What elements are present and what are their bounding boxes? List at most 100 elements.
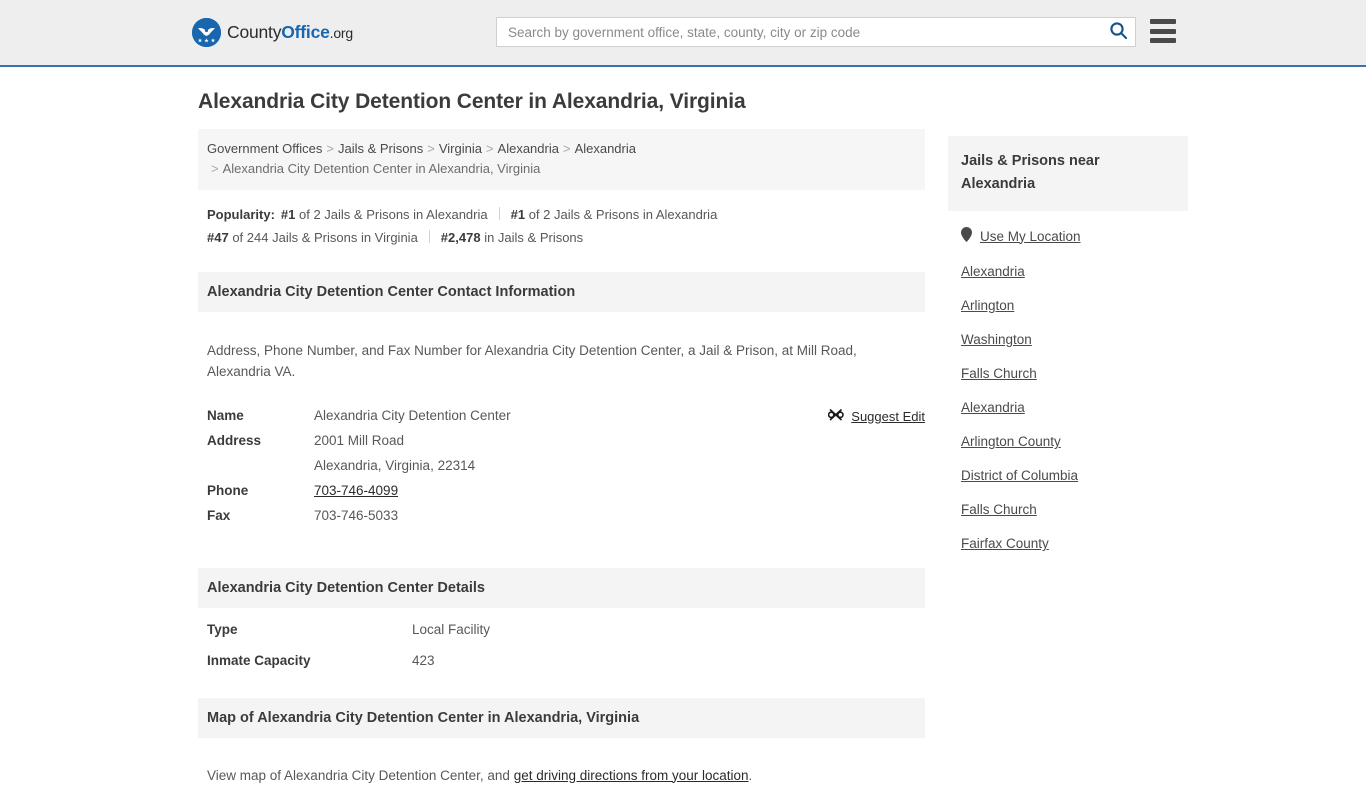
phone-link[interactable]: 703-746-4099: [314, 483, 398, 498]
sidebar-link-4[interactable]: Alexandria: [961, 400, 1025, 415]
popularity-section: Popularity: #1 of 2 Jails & Prisons in Al…: [198, 190, 925, 258]
use-my-location-link[interactable]: Use My Location: [980, 229, 1081, 245]
sidebar-link-0[interactable]: Alexandria: [961, 264, 1025, 279]
sidebar-item-2[interactable]: Washington: [948, 332, 1188, 348]
page-body: Alexandria City Detention Center in Alex…: [0, 67, 1366, 807]
contact-key-address: Address: [207, 433, 262, 448]
breadcrumb-separator: >: [427, 141, 435, 156]
two-column-layout: Government Offices > Jails & Prisons > Virgi…: [198, 129, 1188, 807]
contact-table-wrapper: Suggest Edit Name Alexandria City Detent…: [198, 403, 925, 528]
page-title: Alexandria City Detention Center in Alex…: [198, 90, 746, 113]
driving-directions-link[interactable]: get driving directions from your locatio…: [514, 768, 749, 783]
sidebar-link-3[interactable]: Falls Church: [961, 366, 1037, 381]
sidebar-item-use-my-location[interactable]: Use My Location: [948, 227, 1188, 246]
table-row: Alexandria, Virginia, 22314: [198, 453, 925, 478]
sidebar-item-3[interactable]: Falls Church: [948, 366, 1188, 382]
breadcrumb-item-4[interactable]: Alexandria: [575, 141, 636, 156]
popularity-divider: [428, 230, 430, 243]
map-note-prefix: View map of Alexandria City Detention Ce…: [207, 767, 514, 783]
sidebar-link-6[interactable]: District of Columbia: [961, 468, 1078, 483]
breadcrumb-separator: >: [485, 141, 494, 156]
breadcrumb-item-1[interactable]: Jails & Prisons: [338, 141, 423, 156]
sidebar-link-8[interactable]: Fairfax County: [961, 536, 1049, 551]
details-value-inmate-capacity: 423: [412, 653, 435, 668]
popularity-item-2: #47 of 244 Jails & Prisons in Virginia: [207, 230, 418, 245]
breadcrumb-separator: >: [211, 161, 219, 176]
menu-bar-3: [1150, 38, 1176, 43]
popularity-rank-3: #2,478: [440, 230, 481, 245]
sidebar-link-5[interactable]: Arlington County: [961, 434, 1061, 449]
sidebar-link-1[interactable]: Arlington: [961, 298, 1014, 313]
search-icon: [1109, 21, 1128, 43]
sidebar: Jails & Prisons near Alexandria Use My L…: [948, 129, 1188, 570]
popularity-text-0: of 2 Jails & Prisons in Alexandria: [299, 207, 488, 222]
breadcrumb: Government Offices > Jails & Prisons > Virgi…: [198, 129, 925, 190]
sidebar-link-list: Use My Location Alexandria Arlington Was…: [948, 211, 1188, 552]
content-container: Alexandria City Detention Center in Alex…: [188, 67, 1188, 807]
search-button[interactable]: [1101, 18, 1135, 46]
eagle-shield-logo-icon: [192, 18, 221, 47]
contact-intro-text: Address, Phone Number, and Fax Number fo…: [207, 342, 857, 379]
popularity-label: Popularity:: [207, 207, 275, 222]
sidebar-item-6[interactable]: District of Columbia: [948, 468, 1188, 484]
menu-bar-2: [1150, 28, 1176, 34]
contact-key-name: Name: [207, 408, 244, 423]
sidebar-item-7[interactable]: Falls Church: [948, 502, 1188, 518]
details-section-heading: Alexandria City Detention Center Details: [198, 568, 925, 608]
details-key-type: Type: [207, 622, 238, 637]
contact-key-blank: [198, 453, 305, 478]
sidebar-item-5[interactable]: Arlington County: [948, 434, 1188, 450]
contact-value-phone-cell: 703-746-4099: [305, 478, 925, 503]
contact-key-fax: Fax: [207, 508, 231, 523]
table-row: Inmate Capacity 423: [198, 645, 925, 676]
search-bar[interactable]: [496, 17, 1136, 47]
contact-value-address-line1: 2001 Mill Road: [314, 433, 405, 448]
sidebar-item-4[interactable]: Alexandria: [948, 400, 1188, 416]
logo-text-org: .org: [329, 24, 354, 41]
sidebar-item-1[interactable]: Arlington: [948, 298, 1188, 314]
map-note-suffix: .: [748, 767, 753, 783]
sidebar-item-0[interactable]: Alexandria: [948, 264, 1188, 280]
popularity-item-0: #1 of 2 Jails & Prisons in Alexandria: [281, 207, 488, 222]
popularity-divider: [498, 207, 500, 220]
contact-value-address-line2: Alexandria, Virginia, 22314: [314, 458, 476, 473]
sidebar-link-2[interactable]: Washington: [961, 332, 1032, 347]
hamburger-menu-icon[interactable]: [1150, 19, 1176, 43]
contact-value-name: Alexandria City Detention Center: [314, 408, 511, 423]
sidebar-link-7[interactable]: Falls Church: [961, 502, 1037, 517]
logo-wordmark: CountyOffice.org: [227, 21, 354, 42]
site-header: CountyOffice.org: [0, 0, 1366, 67]
map-note: View map of Alexandria City Detention Ce…: [198, 752, 925, 794]
site-logo[interactable]: CountyOffice.org: [192, 18, 353, 47]
popularity-item-3: #2,478 in Jails & Prisons: [441, 230, 583, 245]
table-row: Phone 703-746-4099: [198, 478, 925, 503]
sidebar-item-8[interactable]: Fairfax County: [948, 536, 1188, 552]
popularity-rank-0: #1: [280, 207, 296, 222]
table-row: Type Local Facility: [198, 614, 925, 645]
popularity-rank-2: #47: [207, 230, 229, 245]
map-section-heading: Map of Alexandria City Detention Center …: [198, 698, 925, 738]
popularity-item-1: #1 of 2 Jails & Prisons in Alexandria: [511, 207, 718, 222]
breadcrumb-separator: >: [562, 141, 571, 156]
popularity-text-2: of 244 Jails & Prisons in Virginia: [232, 230, 418, 245]
breadcrumb-item-0[interactable]: Government Offices: [207, 141, 322, 156]
sidebar-heading: Jails & Prisons near Alexandria: [948, 136, 1188, 211]
breadcrumb-current: Alexandria City Detention Center in Alex…: [222, 161, 541, 176]
search-input[interactable]: [497, 19, 1101, 45]
contact-value-fax: 703-746-5033: [314, 508, 399, 523]
table-row: Address 2001 Mill Road: [198, 428, 925, 453]
breadcrumb-separator: >: [326, 141, 334, 156]
logo-text-county: County: [227, 21, 282, 42]
details-key-inmate-capacity: Inmate Capacity: [207, 653, 311, 668]
table-row: Name Alexandria City Detention Center: [198, 403, 925, 428]
popularity-text-3: in Jails & Prisons: [484, 230, 584, 245]
breadcrumb-item-3[interactable]: Alexandria: [498, 141, 559, 156]
popularity-text-1: of 2 Jails & Prisons in Alexandria: [528, 207, 718, 222]
map-pin-icon: [961, 227, 972, 246]
table-row: Fax 703-746-5033: [198, 503, 925, 528]
details-table: Type Local Facility Inmate Capacity 423: [198, 614, 925, 676]
contact-section-heading: Alexandria City Detention Center Contact…: [198, 272, 925, 312]
menu-bar-1: [1150, 19, 1176, 24]
breadcrumb-item-2[interactable]: Virginia: [439, 141, 482, 156]
contact-key-phone: Phone: [207, 483, 249, 498]
